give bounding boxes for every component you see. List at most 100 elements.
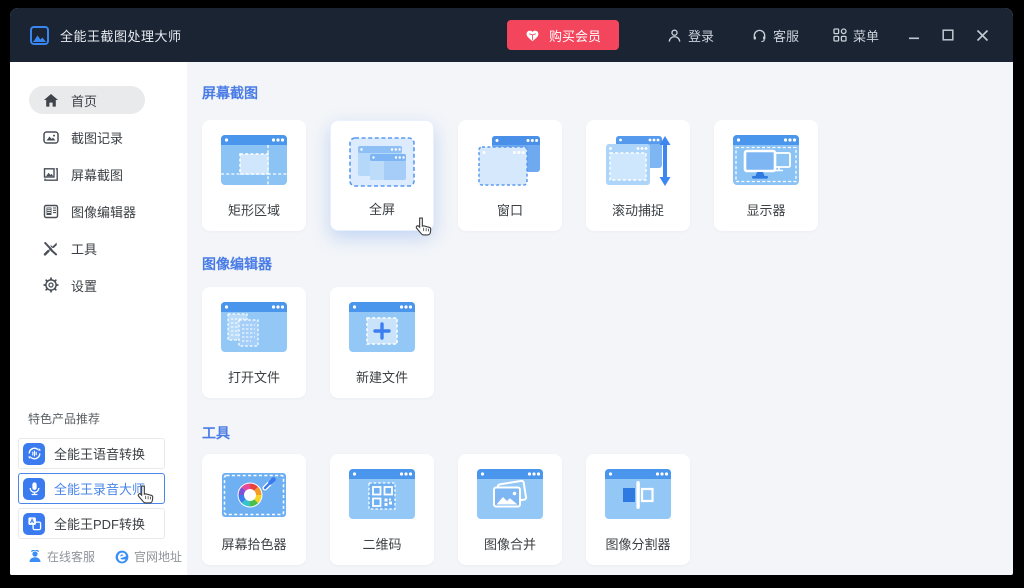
product-voice-convert[interactable]: 全能王语音转换 [18, 438, 165, 469]
sidebar-item-label: 设置 [71, 276, 97, 295]
card-label: 屏幕拾色器 [202, 534, 306, 553]
card-scroll-capture[interactable]: 滚动捕捉 [586, 120, 690, 231]
app-logo-icon [30, 26, 49, 45]
sidebar-footer-links: 在线客服 官网地址 [28, 548, 187, 565]
tools-icon [43, 241, 59, 256]
user-icon [667, 28, 682, 43]
card-fullscreen[interactable]: 全屏 [330, 120, 434, 231]
image-merge-icon [476, 468, 544, 522]
card-label: 新建文件 [330, 367, 434, 386]
sidebar-item-image-editor[interactable]: 图像编辑器 [29, 197, 145, 225]
scroll-capture-icon [604, 134, 672, 188]
app-window: 全能王截图处理大师 购买会员 登录 客服 菜单 [10, 8, 1013, 575]
card-image-merge[interactable]: 图像合并 [458, 454, 562, 565]
card-label: 滚动捕捉 [586, 200, 690, 219]
grid-menu-icon [833, 28, 847, 42]
minimize-icon [908, 29, 920, 41]
card-label: 二维码 [330, 534, 434, 553]
product-label: 全能王语音转换 [54, 444, 145, 463]
login-button[interactable]: 登录 [667, 26, 714, 45]
card-new-file[interactable]: 新建文件 [330, 287, 434, 398]
card-label: 图像分割器 [586, 534, 690, 553]
fullscreen-icon [348, 135, 416, 189]
card-color-picker[interactable]: 屏幕拾色器 [202, 454, 306, 565]
sidebar-item-label: 截图记录 [71, 128, 123, 147]
sidebar-item-tools[interactable]: 工具 [29, 234, 145, 262]
featured-products-panel: 特色产品推荐 全能王语音转换 全能王录音大师 [10, 410, 187, 565]
section-title-tools: 工具 [202, 423, 1013, 443]
recorder-icon [23, 478, 45, 500]
online-support-label: 在线客服 [47, 548, 95, 565]
capture-history-icon [43, 130, 59, 145]
card-window-capture[interactable]: 窗口 [458, 120, 562, 231]
image-splitter-icon [604, 468, 672, 522]
product-label: 全能王PDF转换 [54, 514, 145, 533]
buy-membership-button[interactable]: 购买会员 [507, 20, 619, 50]
online-support-link[interactable]: 在线客服 [28, 548, 95, 565]
card-qr-code[interactable]: 二维码 [330, 454, 434, 565]
open-file-icon [220, 301, 288, 355]
card-label: 显示器 [714, 200, 818, 219]
sidebar-item-settings[interactable]: 设置 [29, 271, 145, 299]
sidebar-item-capture-history[interactable]: 截图记录 [29, 123, 145, 151]
sidebar: 首页 截图记录 屏幕截图 图像编辑器 工具 [10, 62, 187, 575]
qr-code-icon [348, 468, 416, 522]
support-label: 客服 [773, 26, 799, 45]
login-label: 登录 [688, 26, 714, 45]
sidebar-item-label: 屏幕截图 [71, 165, 123, 184]
close-icon [976, 29, 989, 42]
minimize-button[interactable] [897, 20, 931, 50]
section-title-screen-capture: 屏幕截图 [202, 83, 1013, 103]
card-label: 矩形区域 [202, 200, 306, 219]
card-rect-region[interactable]: 矩形区域 [202, 120, 306, 231]
window-capture-icon [476, 134, 544, 188]
card-image-splitter[interactable]: 图像分割器 [586, 454, 690, 565]
titlebar: 全能王截图处理大师 购买会员 登录 客服 菜单 [10, 8, 1013, 62]
pdf-convert-icon [23, 513, 45, 535]
image-editor-icon [43, 204, 59, 219]
website-icon [115, 550, 129, 564]
voice-convert-icon [23, 443, 45, 465]
card-label: 窗口 [458, 200, 562, 219]
featured-products-heading: 特色产品推荐 [28, 410, 187, 427]
website-link[interactable]: 官网地址 [115, 548, 182, 565]
rect-region-icon [220, 134, 288, 188]
sidebar-item-label: 图像编辑器 [71, 202, 136, 221]
section-row: 屏幕拾色器 [202, 454, 1013, 565]
card-label: 打开文件 [202, 367, 306, 386]
card-label: 全屏 [331, 199, 433, 218]
card-monitor-capture[interactable]: 显示器 [714, 120, 818, 231]
main-content: 屏幕截图 矩形区域 [187, 62, 1013, 575]
buy-membership-label: 购买会员 [549, 26, 601, 45]
home-icon [43, 93, 59, 108]
support-button[interactable]: 客服 [752, 26, 799, 45]
maximize-button[interactable] [931, 20, 965, 50]
card-open-file[interactable]: 打开文件 [202, 287, 306, 398]
product-recorder[interactable]: 全能王录音大师 [18, 473, 165, 504]
headset-icon [752, 28, 767, 43]
card-label: 图像合并 [458, 534, 562, 553]
sidebar-item-screen-capture[interactable]: 屏幕截图 [29, 160, 145, 188]
settings-icon [43, 277, 59, 293]
sidebar-nav: 首页 截图记录 屏幕截图 图像编辑器 工具 [10, 62, 187, 299]
color-picker-icon [220, 468, 288, 522]
heart-gem-icon [525, 29, 540, 42]
new-file-icon [348, 301, 416, 355]
close-button[interactable] [965, 20, 999, 50]
desktop-background: 全能王截图处理大师 购买会员 登录 客服 菜单 [0, 0, 1024, 588]
section-title-image-editor: 图像编辑器 [202, 254, 1013, 274]
product-pdf-convert[interactable]: 全能王PDF转换 [18, 508, 165, 539]
maximize-icon [942, 29, 954, 41]
section-row: 打开文件 新建文件 [202, 287, 1013, 398]
sidebar-item-label: 首页 [71, 91, 97, 110]
product-label: 全能王录音大师 [54, 479, 145, 498]
menu-button[interactable]: 菜单 [833, 26, 879, 45]
sidebar-item-home[interactable]: 首页 [29, 86, 145, 114]
sidebar-item-label: 工具 [71, 239, 97, 258]
website-label: 官网地址 [134, 548, 182, 565]
app-title: 全能王截图处理大师 [60, 26, 182, 45]
online-support-icon [28, 550, 42, 563]
section-row: 矩形区域 全屏 [202, 120, 1013, 231]
menu-label: 菜单 [853, 26, 879, 45]
monitor-capture-icon [732, 134, 800, 188]
